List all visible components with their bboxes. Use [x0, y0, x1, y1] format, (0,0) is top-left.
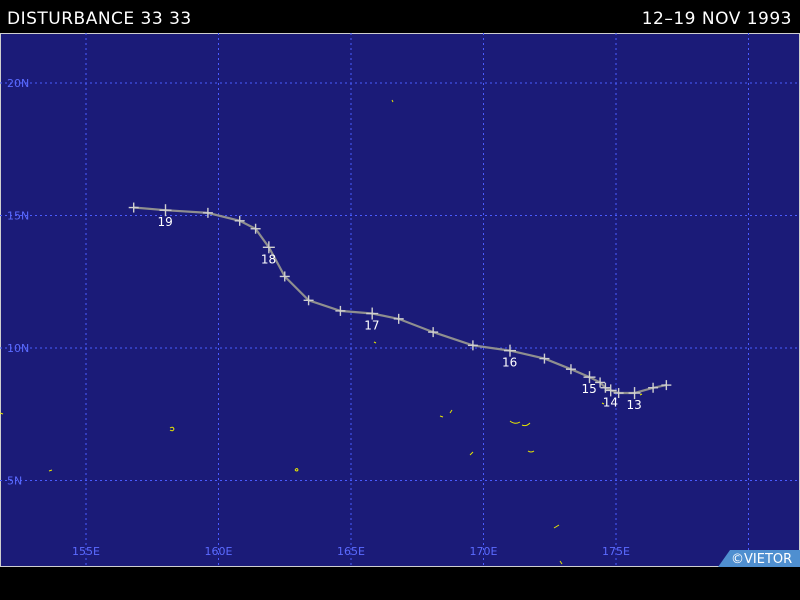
date-range: 12–19 NOV 1993 [641, 9, 792, 29]
day-label: 18 [261, 252, 276, 266]
storm-title: DISTURBANCE 33 33 [7, 9, 192, 29]
header-bar: DISTURBANCE 33 33 12–19 NOV 1993 [0, 0, 800, 33]
day-label: 14 [603, 395, 618, 409]
day-label: 16 [502, 356, 517, 370]
day-label: 19 [158, 215, 173, 229]
lat-label: 10N [7, 342, 29, 355]
lat-label: 5N [7, 475, 22, 488]
lat-label: 20N [7, 77, 29, 90]
watermark: ©VIETOR [718, 550, 800, 567]
day-label: 15 [582, 382, 597, 396]
watermark-text: ©VIETOR [731, 552, 792, 567]
lon-label: 155E [72, 545, 100, 558]
lon-label: 165E [337, 545, 365, 558]
day-label: 17 [364, 319, 379, 333]
map-canvas: 20N 15N 10N 5N 155E 160E 165E 170E 175E 13 14 15 16… [0, 33, 800, 567]
lon-label: 170E [470, 545, 498, 558]
lon-label: 160E [205, 545, 233, 558]
track-map: 20N 15N 10N 5N 155E 160E 165E 170E 175E 13 14 15 16… [0, 33, 800, 567]
ocean-background [0, 33, 800, 567]
lat-label: 15N [7, 210, 29, 223]
lon-label: 175E [602, 545, 630, 558]
footer-bar [0, 567, 800, 600]
day-label: 13 [627, 398, 642, 412]
